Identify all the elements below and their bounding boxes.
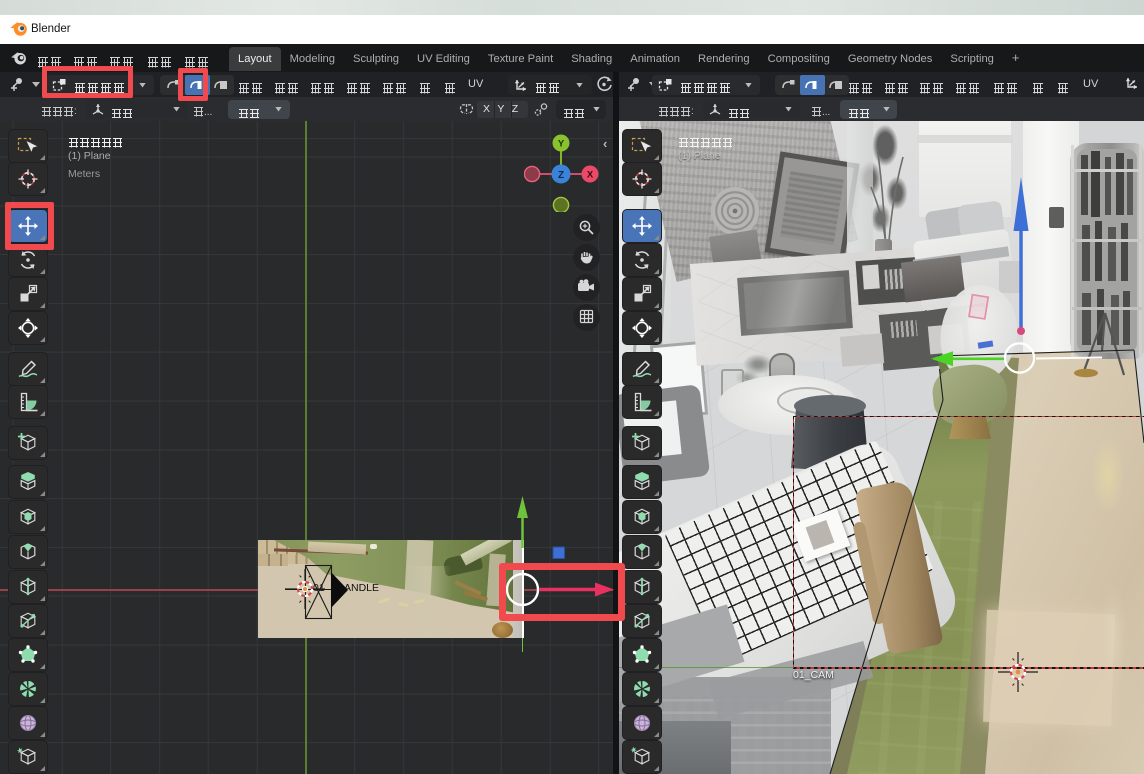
svg-text:X: X	[587, 170, 594, 181]
svg-text:Y: Y	[558, 139, 565, 150]
svg-text:Z: Z	[558, 170, 564, 181]
